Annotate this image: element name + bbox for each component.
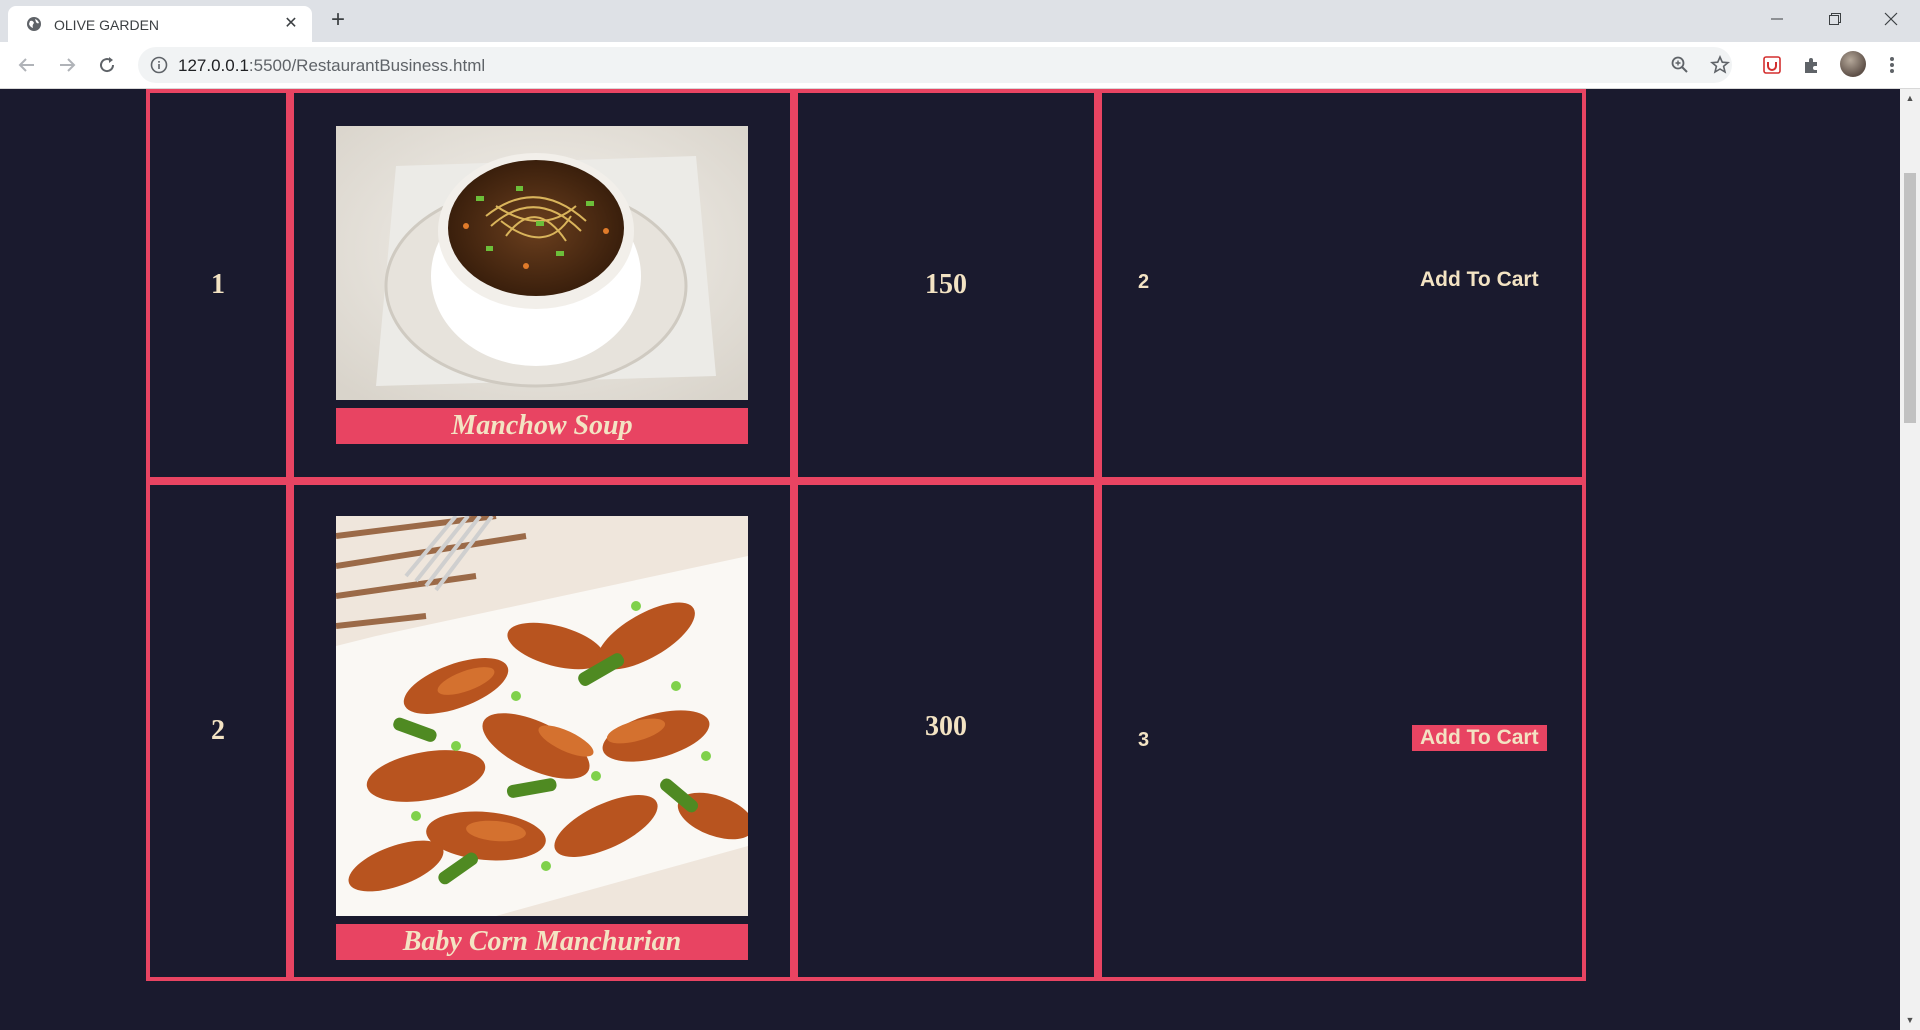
price-cell: 300 [794,481,1098,981]
back-arrow-icon [18,58,34,72]
serial-number-cell: 1 [146,89,290,481]
restore-button[interactable] [1806,0,1864,38]
zoom-icon[interactable] [1670,55,1690,75]
add-to-cart-button[interactable]: Add To Cart [1412,267,1547,293]
address-bar[interactable]: 127.0.0.1:5500/RestaurantBusiness.html [138,47,1732,83]
back-button[interactable] [12,50,42,80]
quantity-cell: 3 Add To Cart [1098,481,1586,981]
quantity-cell: 2 Add To Cart [1098,89,1586,481]
page-viewport: 1 Manchow Soup 150 2 Add To Cart 2 Baby … [0,89,1900,1030]
shield-extension-icon [1763,56,1781,74]
forward-button[interactable] [52,50,82,80]
table-row: 1 Manchow Soup 150 2 Add To Cart [146,89,1586,481]
url-text[interactable]: 127.0.0.1:5500/RestaurantBusiness.html [178,56,485,76]
price-cell: 150 [794,89,1098,481]
browser-tab[interactable]: OLIVE GARDEN ✕ [8,6,312,42]
scroll-up-icon[interactable]: ▲ [1904,93,1916,103]
serial-number-cell: 2 [146,481,290,981]
scroll-down-icon[interactable]: ▼ [1904,1015,1916,1025]
more-vertical-icon [1890,57,1894,73]
extension-button[interactable] [1760,53,1784,77]
table-row: 2 Baby Corn Manchurian 300 3 Add To Cart [146,481,1586,981]
puzzle-icon [1805,58,1817,73]
browser-toolbar: 127.0.0.1:5500/RestaurantBusiness.html [0,42,1920,89]
manchow-soup-image [336,126,748,400]
quantity-value: 2 [1138,271,1150,293]
browser-tab-strip: OLIVE GARDEN ✕ + [0,0,1920,42]
add-to-cart-button[interactable]: Add To Cart [1412,725,1547,751]
profile-avatar[interactable] [1840,51,1866,77]
new-tab-button[interactable]: + [326,8,350,32]
minimize-button[interactable] [1748,0,1806,38]
item-name-label: Baby Corn Manchurian [336,924,748,960]
minimize-icon [1771,18,1783,20]
item-name-label: Manchow Soup [336,408,748,444]
item-cell: Baby Corn Manchurian [290,481,794,981]
baby-corn-manchurian-image [336,516,748,916]
forward-arrow-icon [60,58,76,72]
close-window-button[interactable] [1862,0,1920,38]
reload-button[interactable] [92,50,122,80]
close-icon [1884,12,1898,26]
info-icon[interactable] [150,56,168,74]
vertical-scrollbar[interactable]: ▲ ▼ [1900,89,1920,1030]
item-cell: Manchow Soup [290,89,794,481]
close-tab-icon[interactable]: ✕ [282,15,300,33]
reload-icon [100,57,115,73]
menu-table: 1 Manchow Soup 150 2 Add To Cart 2 Baby … [146,89,1586,981]
tab-title: OLIVE GARDEN [54,17,160,33]
scrollbar-thumb[interactable] [1904,173,1916,423]
globe-icon [27,17,41,31]
restore-icon [1829,13,1841,25]
quantity-value: 3 [1138,729,1150,751]
extensions-button[interactable] [1800,53,1824,77]
browser-menu-button[interactable] [1880,53,1904,77]
bookmark-star-icon[interactable] [1710,55,1730,75]
